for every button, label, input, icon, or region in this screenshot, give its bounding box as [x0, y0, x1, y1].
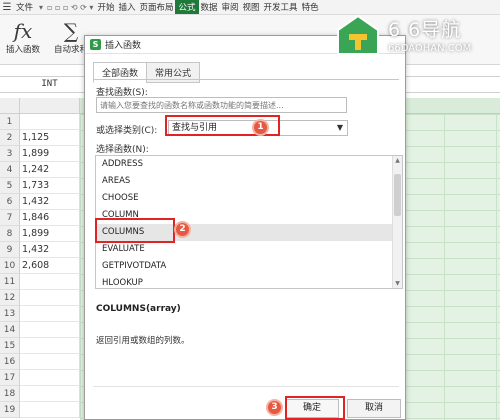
step-badge-2: 2 — [174, 221, 191, 238]
insert-function-button[interactable]: fx 插入函数 — [6, 19, 40, 55]
row-header[interactable]: 9 — [0, 242, 20, 258]
insert-function-label: 插入函数 — [6, 45, 41, 55]
cell-a[interactable]: 1,432 — [20, 194, 80, 210]
row-header[interactable]: 12 — [0, 290, 20, 306]
cell-a[interactable] — [20, 338, 80, 354]
cell-a[interactable]: 2,608 — [20, 258, 80, 274]
row-header[interactable]: 3 — [0, 146, 20, 162]
row-header[interactable]: 1 — [0, 114, 20, 130]
menu-review[interactable]: 审阅 — [220, 1, 241, 13]
highlight-ok-button — [285, 396, 345, 420]
cell-a[interactable] — [20, 306, 80, 322]
highlight-columns-item — [95, 218, 175, 243]
function-item-address[interactable]: ADDRESS — [96, 156, 402, 173]
function-list-scrollbar[interactable]: ▲ ▼ — [392, 156, 402, 288]
cell-a[interactable] — [20, 322, 80, 338]
menu-home[interactable]: 开始 — [95, 1, 116, 13]
function-item-getpivotdata[interactable]: GETPIVOTDATA — [96, 258, 402, 275]
row-header[interactable]: 19 — [0, 402, 20, 418]
tab-divider — [93, 79, 399, 80]
autosum-button[interactable]: ∑ 自动求和 — [54, 19, 88, 55]
function-item-choose[interactable]: CHOOSE — [96, 190, 402, 207]
cell-a[interactable] — [20, 386, 80, 402]
function-item-areas[interactable]: AREAS — [96, 173, 402, 190]
function-item-hlookup[interactable]: HLOOKUP — [96, 275, 402, 288]
cell-a[interactable]: 1,846 — [20, 210, 80, 226]
chevron-down-icon: ▼ — [336, 123, 343, 132]
dialog-footer-divider — [93, 386, 399, 387]
row-header[interactable]: 11 — [0, 274, 20, 290]
row-headers: 1 2 3 4 5 6 7 8 9 10 11 12 13 14 15 16 17 18 19 — [0, 114, 20, 418]
house-logo-icon — [337, 14, 379, 55]
sigma-icon: ∑ — [63, 19, 79, 43]
cell-a[interactable]: 1,242 — [20, 162, 80, 178]
function-signature: COLUMNS(array) — [96, 304, 181, 314]
row-header[interactable]: 13 — [0, 306, 20, 322]
dialog-title: 插入函数 — [105, 41, 142, 51]
dropdown-icon[interactable]: ▾ — [37, 3, 45, 12]
cell-a[interactable]: 1,125 — [20, 130, 80, 146]
menu-view[interactable]: 视图 — [241, 1, 262, 13]
row-header[interactable]: 14 — [0, 322, 20, 338]
cell-a[interactable]: 1,899 — [20, 226, 80, 242]
menu-developer[interactable]: 开发工具 — [262, 1, 300, 13]
cell-a[interactable] — [20, 290, 80, 306]
menu-insert[interactable]: 插入 — [116, 1, 137, 13]
step-badge-3: 3 — [266, 399, 283, 416]
scroll-up-icon[interactable]: ▲ — [393, 156, 402, 165]
cell-a[interactable]: 1,899 — [20, 146, 80, 162]
function-item-evaluate[interactable]: EVALUATE — [96, 241, 402, 258]
column-header-a[interactable] — [20, 98, 80, 114]
menu-page-layout[interactable]: 页面布局 — [137, 1, 175, 13]
search-function-input[interactable] — [96, 97, 347, 113]
category-label: 或选择类别(C): — [96, 126, 158, 136]
select-all-corner[interactable] — [0, 98, 20, 114]
row-header[interactable]: 15 — [0, 338, 20, 354]
fx-icon: fx — [13, 19, 33, 43]
watermark-title: 6 6导航 — [388, 19, 462, 41]
select-function-label: 选择函数(N): — [96, 145, 149, 155]
row-header[interactable]: 6 — [0, 194, 20, 210]
cancel-button[interactable]: 取消 — [347, 399, 401, 418]
menu-special[interactable]: 特色 — [300, 1, 321, 13]
row-header[interactable]: 18 — [0, 386, 20, 402]
autosum-label: 自动求和 — [54, 45, 89, 55]
quick-access-icons[interactable]: ▫ ▫ ▫ ⟲ ⟳ ▾ — [45, 3, 95, 12]
cell-a[interactable]: 1,432 — [20, 242, 80, 258]
cell-a[interactable] — [20, 274, 80, 290]
column-a-cells: 1,125 1,899 1,242 1,733 1,432 1,846 1,899 1,432… — [20, 114, 80, 418]
row-header[interactable]: 2 — [0, 130, 20, 146]
step-badge-1: 1 — [252, 119, 269, 136]
app-logo-icon: S — [90, 39, 101, 50]
row-header[interactable]: 7 — [0, 210, 20, 226]
menu-formulas[interactable]: 公式 — [175, 0, 199, 14]
row-header[interactable]: 17 — [0, 370, 20, 386]
menu-file[interactable]: 文件 — [14, 1, 37, 13]
cell-a[interactable] — [20, 402, 80, 418]
menu-icon[interactable]: ☰ — [0, 2, 14, 13]
cell-a[interactable] — [20, 114, 80, 130]
function-description: 返回引用或数组的列数。 — [96, 336, 190, 346]
row-header[interactable]: 5 — [0, 178, 20, 194]
row-header[interactable]: 16 — [0, 354, 20, 370]
cell-a[interactable] — [20, 354, 80, 370]
cell-a[interactable] — [20, 370, 80, 386]
row-header[interactable]: 4 — [0, 162, 20, 178]
scroll-down-icon[interactable]: ▼ — [393, 279, 402, 288]
scroll-thumb[interactable] — [394, 174, 401, 216]
watermark-subtitle: 66DAOHAN.COM — [388, 43, 472, 54]
cell-a[interactable]: 1,733 — [20, 178, 80, 194]
menu-data[interactable]: 数据 — [199, 1, 220, 13]
row-header[interactable]: 8 — [0, 226, 20, 242]
row-header[interactable]: 10 — [0, 258, 20, 274]
site-watermark: 6 6导航 66DAOHAN.COM — [330, 6, 494, 64]
